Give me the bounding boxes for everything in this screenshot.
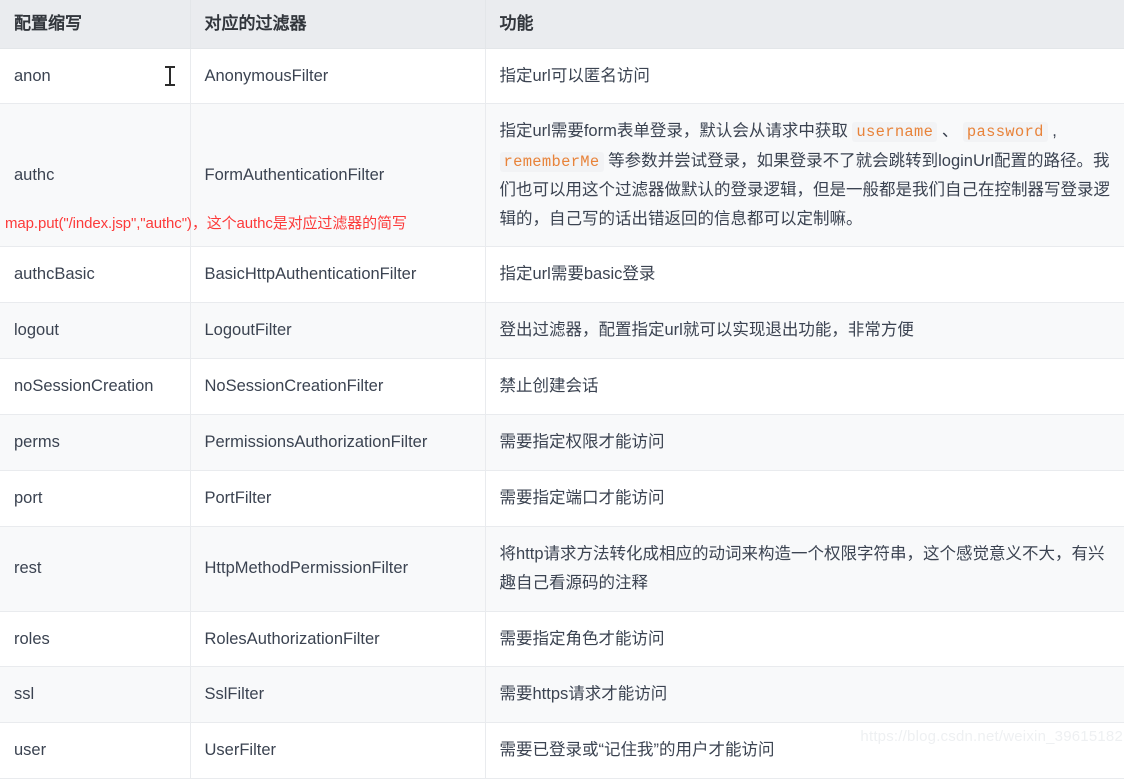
code-rememberme: rememberMe <box>499 151 604 172</box>
column-header-filter: 对应的过滤器 <box>189 0 486 49</box>
cell-description: 指定url需要basic登录 <box>484 246 1124 304</box>
cell-abbr: rest <box>0 525 191 612</box>
shiro-filter-table: 配置缩写 对应的过滤器 功能 anon AnonymousFilter 指定ur… <box>0 0 1124 779</box>
cell-filter: AnonymousFilter <box>189 47 486 105</box>
cell-filter: HttpMethodPermissionFilter <box>189 525 486 612</box>
page-root: 配置缩写 对应的过滤器 功能 anon AnonymousFilter 指定ur… <box>0 0 1131 779</box>
table-header-row: 配置缩写 对应的过滤器 功能 <box>0 0 1124 49</box>
table-row: ssl SslFilter 需要https请求才能访问 <box>0 666 1124 724</box>
column-header-function: 功能 <box>484 0 1124 49</box>
cell-abbr: ssl <box>0 666 191 724</box>
cell-filter: BasicHttpAuthenticationFilter <box>189 246 486 304</box>
cell-filter: LogoutFilter <box>189 302 486 360</box>
abbr-cell-inner: anon <box>14 62 176 91</box>
cell-abbr: user <box>0 722 191 779</box>
cell-filter: UserFilter <box>189 722 486 779</box>
cell-description: 将http请求方法转化成相应的动词来构造一个权限字符串，这个感觉意义不大，有兴趣… <box>484 525 1124 612</box>
cell-description: 需要https请求才能访问 <box>484 666 1124 724</box>
cell-description: 登出过滤器，配置指定url就可以实现退出功能，非常方便 <box>484 302 1124 360</box>
cell-abbr: perms <box>0 414 191 471</box>
cell-description: 指定url可以匿名访问 <box>484 47 1124 105</box>
cell-abbr: roles <box>0 610 191 668</box>
cell-filter: PermissionsAuthorizationFilter <box>189 414 486 471</box>
table-row: port PortFilter 需要指定端口才能访问 <box>0 469 1124 527</box>
abbr-label: anon <box>14 66 51 85</box>
cell-filter: SslFilter <box>189 666 486 724</box>
desc-text-before: 指定url需要form表单登录，默认会从请求中获取 <box>499 122 853 141</box>
table-row: roles RolesAuthorizationFilter 需要指定角色才能访… <box>0 610 1124 668</box>
cell-abbr: port <box>0 469 191 527</box>
table-row: perms PermissionsAuthorizationFilter 需要指… <box>0 414 1124 471</box>
table-row: noSessionCreation NoSessionCreationFilte… <box>0 358 1124 415</box>
cell-description: 需要指定端口才能访问 <box>484 469 1124 527</box>
cell-filter: RolesAuthorizationFilter <box>189 610 486 668</box>
cell-abbr: logout <box>0 302 191 360</box>
table-row: logout LogoutFilter 登出过滤器，配置指定url就可以实现退出… <box>0 302 1124 360</box>
cell-abbr: authcBasic <box>0 246 191 304</box>
cell-description: 需要指定角色才能访问 <box>484 610 1124 668</box>
red-annotation-note: map.put("/index.jsp","authc")，这个authc是对应… <box>5 215 407 232</box>
table-header: 配置缩写 对应的过滤器 功能 <box>0 0 1124 49</box>
cell-abbr: anon <box>0 47 191 105</box>
text-cursor-icon <box>164 65 176 86</box>
table-row: anon AnonymousFilter 指定url可以匿名访问 <box>0 47 1124 105</box>
cell-description: 禁止创建会话 <box>484 358 1124 415</box>
code-password: password <box>962 122 1048 143</box>
cell-description: 需要指定权限才能访问 <box>484 414 1124 471</box>
table-row: authcBasic BasicHttpAuthenticationFilter… <box>0 246 1124 304</box>
cell-abbr: noSessionCreation <box>0 358 191 415</box>
table-row: rest HttpMethodPermissionFilter 将http请求方… <box>0 525 1124 612</box>
table-body: anon AnonymousFilter 指定url可以匿名访问 authc F… <box>0 47 1124 779</box>
cell-description: 指定url需要form表单登录，默认会从请求中获取 username 、 pas… <box>484 103 1124 248</box>
cell-filter: NoSessionCreationFilter <box>189 358 486 415</box>
code-username: username <box>852 122 938 143</box>
column-header-abbr: 配置缩写 <box>0 0 191 49</box>
watermark-url: https://blog.csdn.net/weixin_39615182 <box>860 728 1123 745</box>
desc-sep-2: , <box>1047 122 1057 141</box>
cell-filter: PortFilter <box>189 469 486 527</box>
description-paragraph: 指定url需要form表单登录，默认会从请求中获取 username 、 pas… <box>499 117 1110 233</box>
desc-sep-1: 、 <box>937 122 963 141</box>
